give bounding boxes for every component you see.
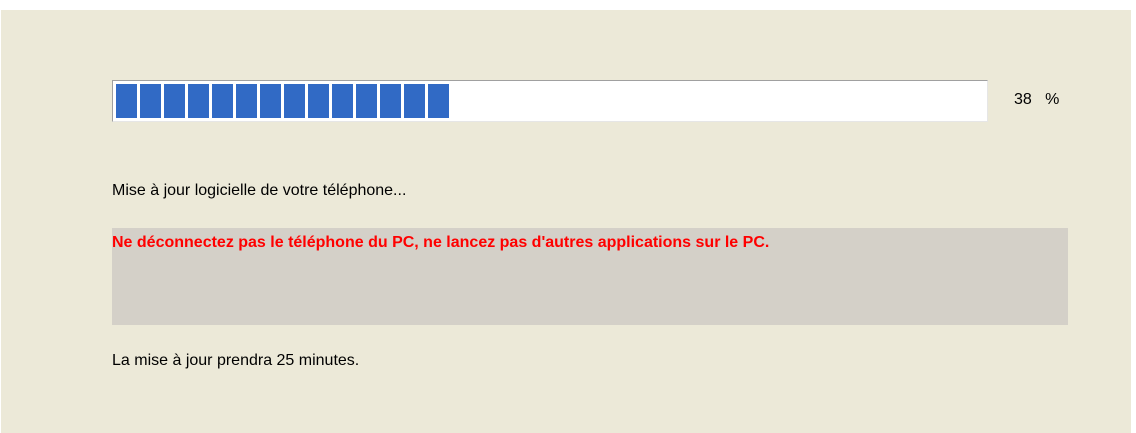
progress-block — [140, 84, 161, 118]
progress-block — [164, 84, 185, 118]
progress-block — [404, 84, 425, 118]
duration-message: La mise à jour prendra 25 minutes. — [112, 352, 360, 369]
progress-block — [212, 84, 233, 118]
progress-bar-fill — [116, 84, 984, 118]
status-message: Mise à jour logicielle de votre téléphon… — [112, 182, 407, 199]
progress-block — [188, 84, 209, 118]
progress-block — [236, 84, 257, 118]
progress-block — [380, 84, 401, 118]
progress-block — [116, 84, 137, 118]
progress-block — [308, 84, 329, 118]
progress-percent: 38 % — [1014, 91, 1059, 109]
progress-percent-sign: % — [1045, 91, 1060, 108]
progress-block — [284, 84, 305, 118]
progress-percent-value: 38 — [1014, 91, 1032, 108]
progress-block — [428, 84, 449, 118]
progress-bar — [112, 80, 988, 122]
warning-box: Ne déconnectez pas le téléphone du PC, n… — [112, 228, 1068, 325]
warning-message: Ne déconnectez pas le téléphone du PC, n… — [112, 234, 770, 251]
progress-block — [260, 84, 281, 118]
progress-block — [356, 84, 377, 118]
update-dialog-panel: 38 % Mise à jour logicielle de votre tél… — [0, 10, 1131, 433]
progress-block — [332, 84, 353, 118]
